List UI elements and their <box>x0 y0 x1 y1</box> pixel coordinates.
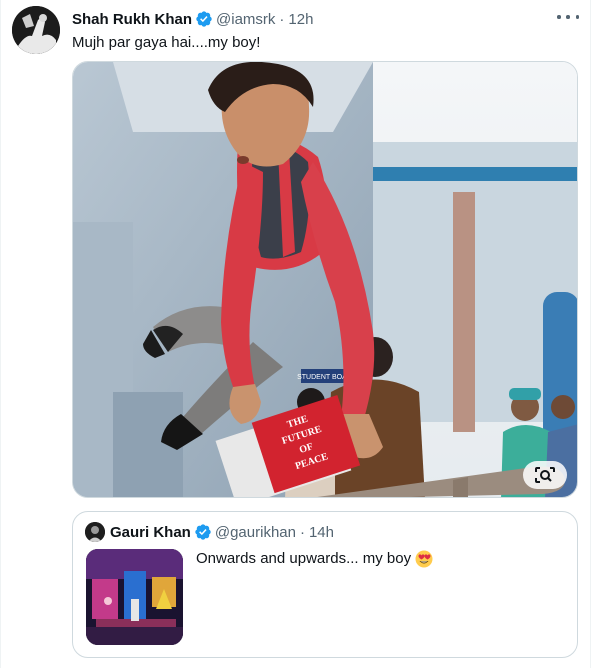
tweet-media-image[interactable]: STUDENT BOARD THE FUTURE OF PEACE <box>72 61 578 498</box>
verified-badge-icon <box>196 11 212 27</box>
quoted-author-handle[interactable]: @gaurikhan <box>215 524 296 541</box>
separator-dot: · <box>279 10 285 28</box>
author-display-name[interactable]: Shah Rukh Khan <box>72 11 192 28</box>
tweet[interactable]: Shah Rukh Khan @iamsrk · 12h Mujh par ga… <box>0 0 591 668</box>
quoted-tweet[interactable]: Gauri Khan @gaurikhan · 14h Onwards and … <box>72 511 578 658</box>
tweet-text: Mujh par gaya hai....my boy! <box>72 34 261 51</box>
image-search-icon[interactable] <box>523 461 567 489</box>
quoted-author-avatar[interactable] <box>85 522 105 542</box>
author-handle[interactable]: @iamsrk <box>216 11 275 28</box>
quoted-tweet-text-content: Onwards and upwards... my boy <box>196 550 412 567</box>
quoted-tweet-timestamp[interactable]: 14h <box>309 524 334 541</box>
quoted-tweet-header: Gauri Khan @gaurikhan · 14h <box>85 522 334 542</box>
tweet-header: Shah Rukh Khan @iamsrk · 12h <box>72 9 313 29</box>
quoted-tweet-text: Onwards and upwards... my boy <box>196 549 433 569</box>
quoted-separator-dot: · <box>299 523 305 541</box>
author-avatar[interactable] <box>12 6 60 54</box>
tweet-timestamp[interactable]: 12h <box>288 11 313 28</box>
quoted-tweet-thumbnail[interactable] <box>86 549 183 645</box>
more-options-icon[interactable] <box>557 8 579 26</box>
quoted-author-display-name[interactable]: Gauri Khan <box>110 524 191 541</box>
heart-eyes-emoji-icon <box>415 550 433 568</box>
quoted-verified-badge-icon <box>195 524 211 540</box>
